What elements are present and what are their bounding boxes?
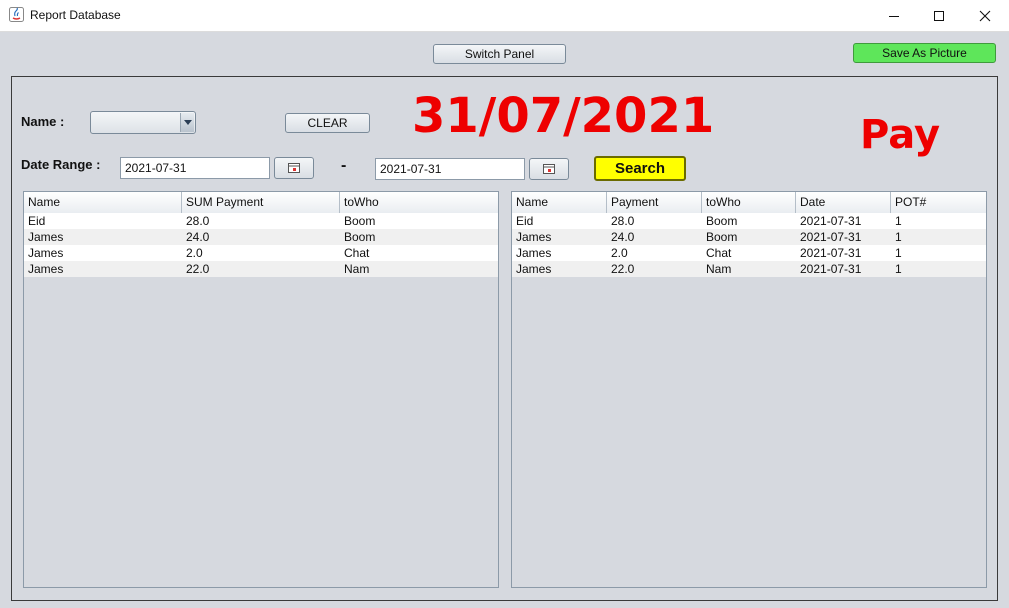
- mode-display: Pay: [860, 112, 941, 158]
- column-header[interactable]: SUM Payment: [182, 192, 340, 213]
- date-to-picker-button[interactable]: [529, 158, 569, 180]
- table-row[interactable]: James 22.0 Nam 2021-07-31 1: [512, 261, 986, 277]
- table-cell: James: [28, 262, 64, 276]
- date-separator: -: [341, 157, 347, 174]
- save-as-picture-button[interactable]: Save As Picture: [853, 43, 996, 63]
- minimize-icon: [889, 15, 899, 17]
- name-label: Name :: [21, 114, 65, 129]
- table-cell: Nam: [344, 262, 370, 276]
- column-header[interactable]: Payment: [607, 192, 702, 213]
- clear-button[interactable]: CLEAR: [285, 113, 370, 133]
- table-row[interactable]: Eid 28.0 Boom 2021-07-31 1: [512, 213, 986, 229]
- maximize-icon: [934, 10, 944, 21]
- column-header[interactable]: Name: [512, 192, 607, 213]
- table-cell: Chat: [706, 246, 732, 260]
- detail-table-header: Name Payment toWho Date POT#: [512, 192, 986, 214]
- table-cell: James: [28, 230, 64, 244]
- window-title: Report Database: [30, 8, 121, 22]
- table-row[interactable]: Eid 28.0 Boom: [24, 213, 498, 229]
- table-cell: 22.0: [611, 262, 635, 276]
- table-row[interactable]: James 24.0 Boom: [24, 229, 498, 245]
- table-cell: Eid: [516, 214, 534, 228]
- close-button[interactable]: [962, 0, 1008, 31]
- table-cell: 2.0: [611, 246, 628, 260]
- summary-table[interactable]: Name SUM Payment toWho Eid 28.0 Boom Jam…: [23, 191, 499, 588]
- table-cell: 1: [895, 262, 902, 276]
- table-cell: 1: [895, 246, 902, 260]
- table-cell: 24.0: [611, 230, 635, 244]
- table-cell: James: [28, 246, 64, 260]
- maximize-button[interactable]: [916, 0, 962, 31]
- date-to-field[interactable]: 2021-07-31: [375, 158, 525, 180]
- table-cell: 28.0: [611, 214, 635, 228]
- minimize-button[interactable]: [871, 0, 917, 31]
- table-cell: Chat: [344, 246, 370, 260]
- table-cell: 2021-07-31: [800, 262, 862, 276]
- table-cell: Boom: [706, 230, 738, 244]
- column-header[interactable]: Name: [24, 192, 182, 213]
- title-bar: Report Database: [0, 0, 1009, 32]
- table-cell: 2021-07-31: [800, 246, 862, 260]
- table-cell: James: [516, 230, 552, 244]
- table-cell: Boom: [706, 214, 738, 228]
- table-cell: 1: [895, 214, 902, 228]
- column-header[interactable]: toWho: [340, 192, 498, 213]
- table-cell: 2021-07-31: [800, 230, 862, 244]
- column-header[interactable]: Date: [796, 192, 891, 213]
- table-cell: 2021-07-31: [800, 214, 862, 228]
- column-header[interactable]: toWho: [702, 192, 796, 213]
- table-row[interactable]: James 2.0 Chat 2021-07-31 1: [512, 245, 986, 261]
- calendar-icon: [288, 163, 300, 173]
- chevron-down-icon[interactable]: [180, 113, 194, 132]
- switch-panel-button[interactable]: Switch Panel: [433, 44, 566, 64]
- table-row[interactable]: James 2.0 Chat: [24, 245, 498, 261]
- date-range-label: Date Range :: [21, 157, 101, 172]
- table-cell: 24.0: [186, 230, 210, 244]
- table-cell: 2.0: [186, 246, 203, 260]
- date-from-field[interactable]: 2021-07-31: [120, 157, 270, 179]
- close-icon: [979, 10, 991, 21]
- summary-table-header: Name SUM Payment toWho: [24, 192, 498, 214]
- column-header[interactable]: POT#: [891, 192, 986, 213]
- detail-table[interactable]: Name Payment toWho Date POT# Eid 28.0 Bo…: [511, 191, 987, 588]
- report-panel: Name : CLEAR 31/07/2021 Pay Date Range :…: [11, 76, 998, 601]
- table-cell: Eid: [28, 214, 46, 228]
- table-cell: Nam: [706, 262, 732, 276]
- table-cell: James: [516, 246, 552, 260]
- table-cell: Boom: [344, 230, 376, 244]
- table-cell: James: [516, 262, 552, 276]
- table-cell: 22.0: [186, 262, 210, 276]
- table-cell: Boom: [344, 214, 376, 228]
- calendar-icon: [543, 164, 555, 174]
- java-app-icon: [9, 7, 24, 22]
- date-from-picker-button[interactable]: [274, 157, 314, 179]
- table-row[interactable]: James 22.0 Nam: [24, 261, 498, 277]
- table-row[interactable]: James 24.0 Boom 2021-07-31 1: [512, 229, 986, 245]
- current-date-display: 31/07/2021: [412, 88, 715, 144]
- search-button[interactable]: Search: [594, 156, 686, 181]
- table-cell: 1: [895, 230, 902, 244]
- name-combobox[interactable]: [90, 111, 196, 134]
- table-cell: 28.0: [186, 214, 210, 228]
